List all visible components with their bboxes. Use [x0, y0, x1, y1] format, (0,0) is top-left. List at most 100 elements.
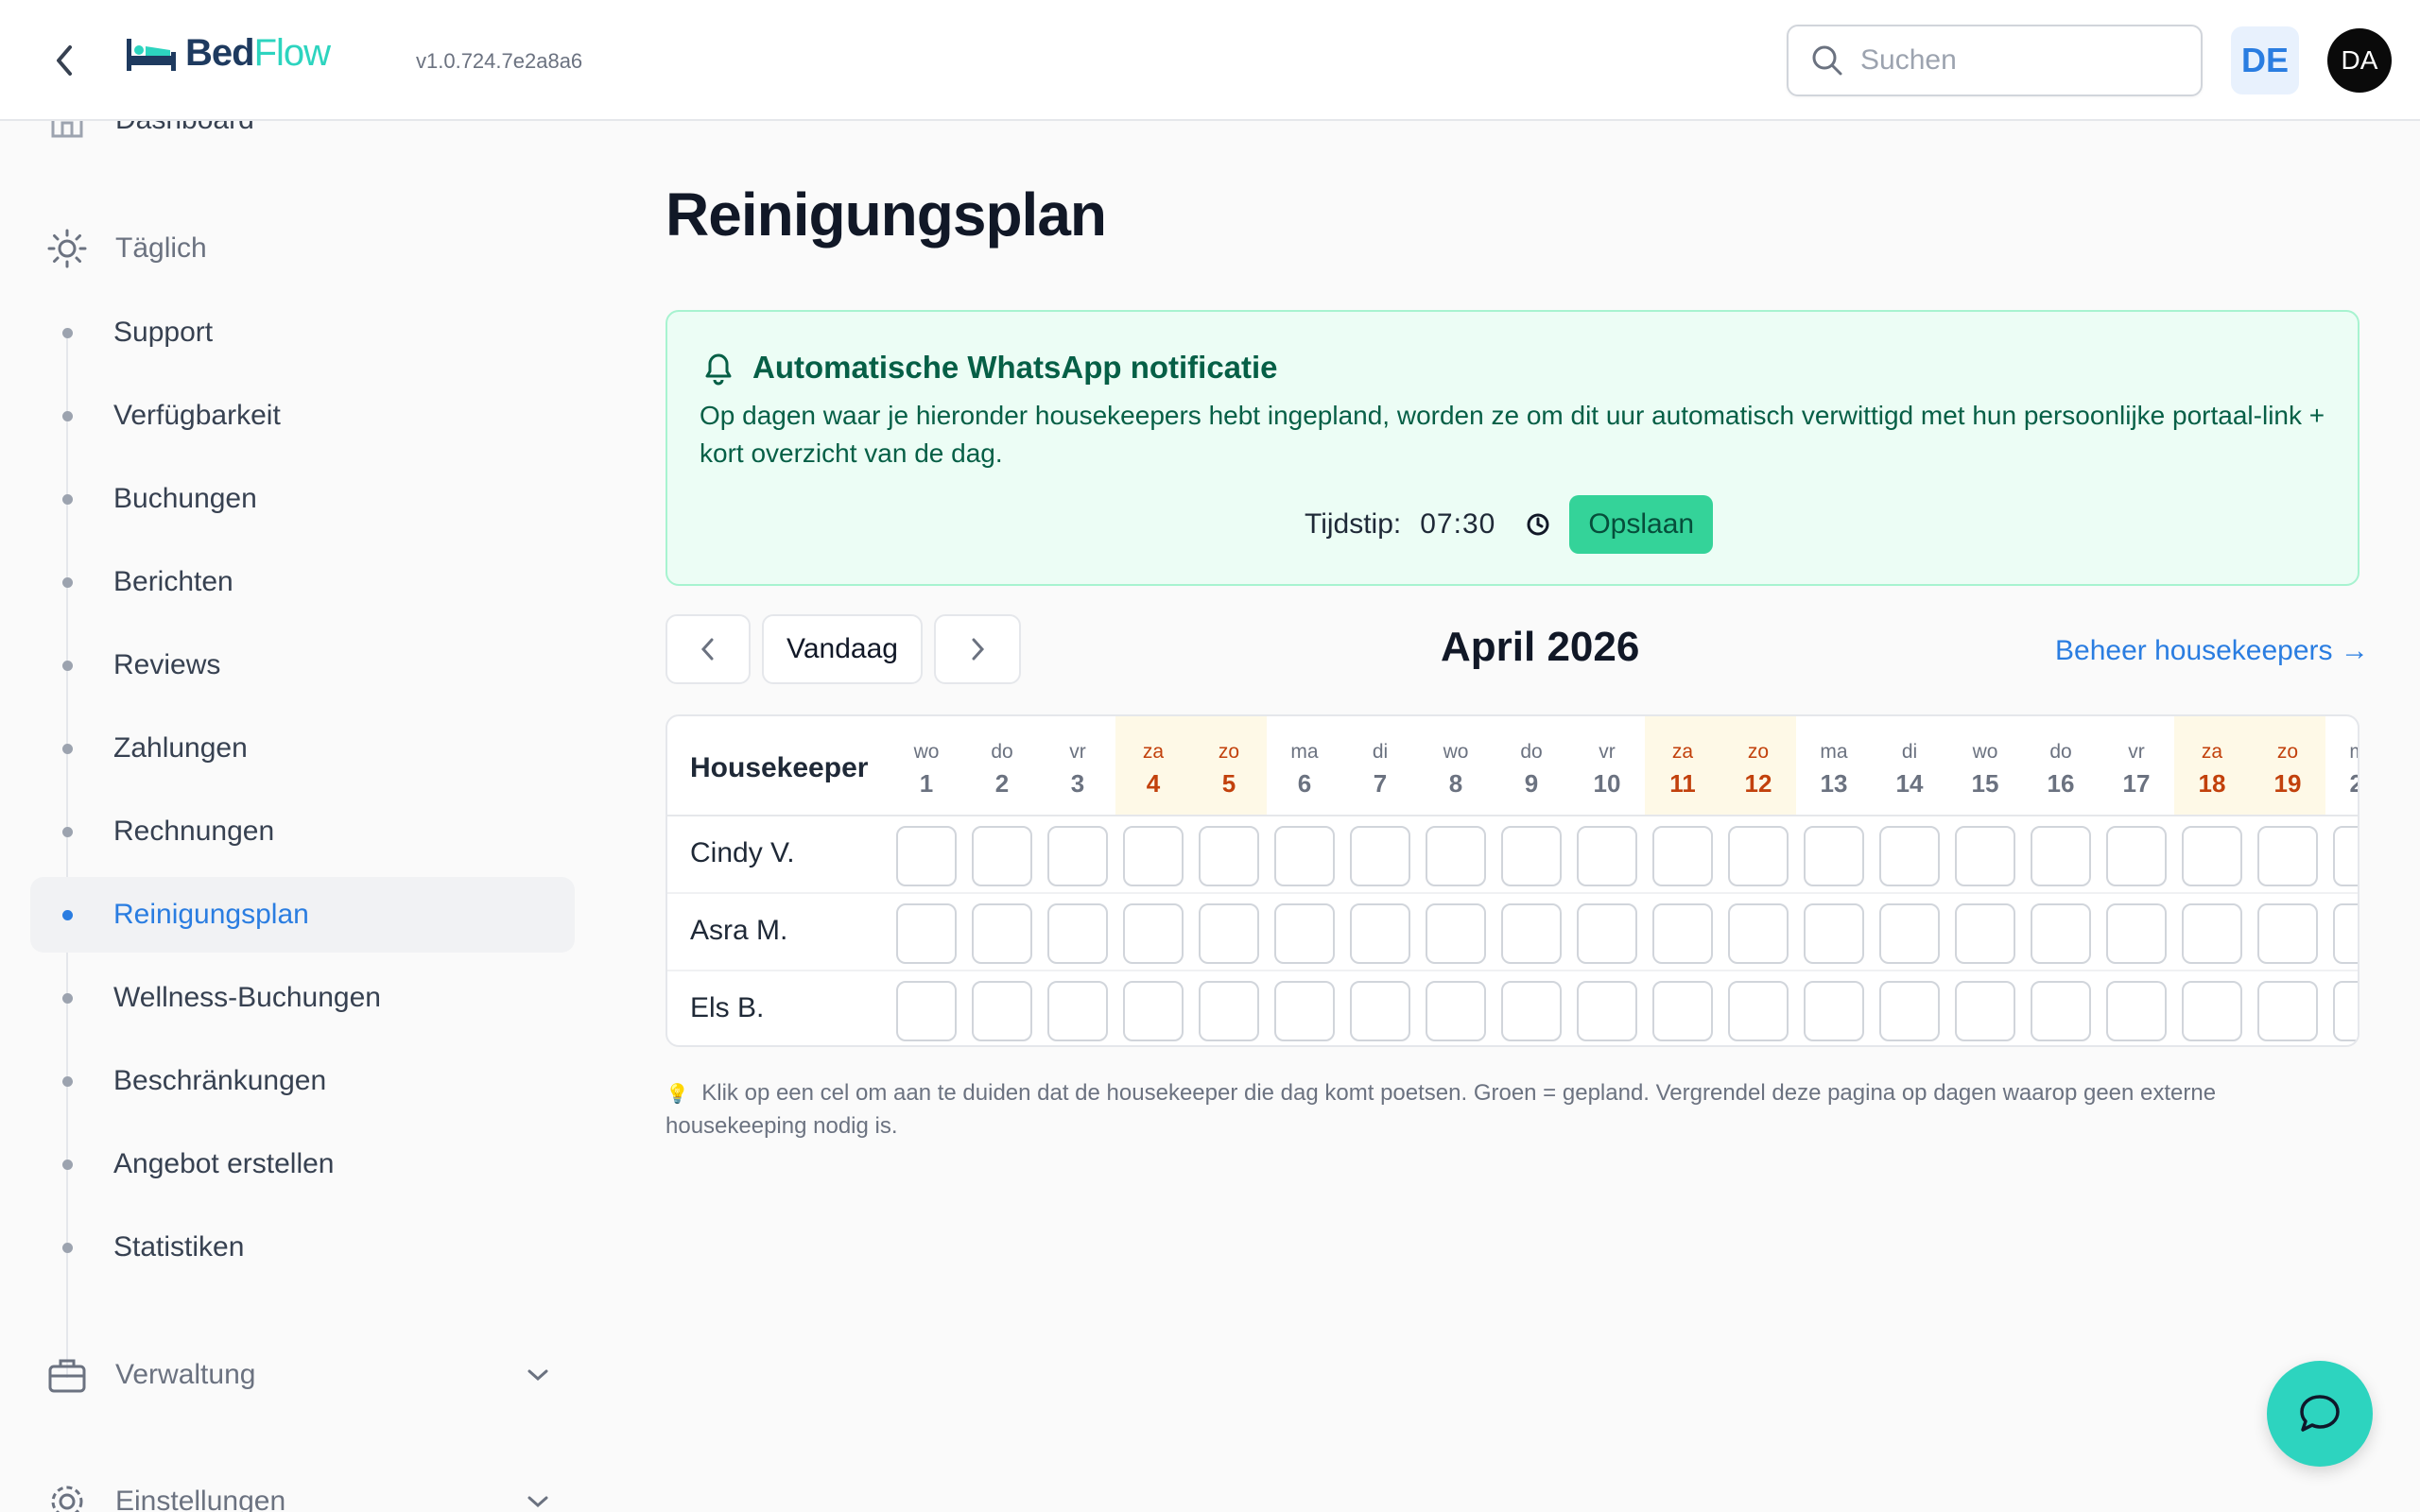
schedule-cell[interactable]: [972, 903, 1032, 964]
sidebar-section-verwaltung[interactable]: Verwaltung: [47, 1355, 558, 1395]
sidebar-item-beschraenkungen[interactable]: Beschränkungen: [30, 1043, 575, 1119]
schedule-cell[interactable]: [2031, 903, 2091, 964]
schedule-cell[interactable]: [1804, 903, 1864, 964]
schedule-cell[interactable]: [1879, 981, 1940, 1041]
schedule-cell[interactable]: [1199, 981, 1259, 1041]
schedule-cell[interactable]: [1652, 903, 1713, 964]
briefcase-icon: [48, 1359, 86, 1393]
schedule-cell[interactable]: [1577, 826, 1637, 886]
sidebar-item-berichten[interactable]: Berichten: [30, 544, 575, 620]
schedule-cell[interactable]: [1955, 826, 2015, 886]
chat-button[interactable]: [2267, 1361, 2373, 1467]
back-button[interactable]: [45, 38, 83, 83]
sidebar-item-label: Verfügbarkeit: [113, 400, 281, 431]
sidebar-item-verfuegbarkeit[interactable]: Verfügbarkeit: [30, 378, 575, 454]
schedule-cell[interactable]: [1879, 826, 1940, 886]
schedule-cell[interactable]: [1123, 826, 1184, 886]
schedule-cell[interactable]: [2106, 981, 2167, 1041]
schedule-cell[interactable]: [1501, 981, 1562, 1041]
schedule-cell[interactable]: [1199, 826, 1259, 886]
bullet-dot: [62, 576, 73, 588]
time-input[interactable]: 07:30: [1420, 508, 1495, 541]
sidebar-item-support[interactable]: Support: [30, 295, 575, 370]
schedule-cell[interactable]: [1804, 981, 1864, 1041]
sidebar-item-zahlungen[interactable]: Zahlungen: [30, 711, 575, 786]
schedule-cell[interactable]: [2257, 981, 2318, 1041]
schedule-cell[interactable]: [1047, 981, 1108, 1041]
schedule-cell[interactable]: [1350, 903, 1410, 964]
schedule-cell[interactable]: [1123, 903, 1184, 964]
schedule-cell[interactable]: [1501, 903, 1562, 964]
schedule-cell[interactable]: [2333, 903, 2358, 964]
schedule-cell[interactable]: [1577, 903, 1637, 964]
sidebar-item-rechnungen[interactable]: Rechnungen: [30, 794, 575, 869]
schedule-cell[interactable]: [1426, 826, 1486, 886]
sidebar-item-reinigungsplan[interactable]: Reinigungsplan: [30, 877, 575, 953]
schedule-cell[interactable]: [972, 981, 1032, 1041]
day-column-header: di 7: [1342, 716, 1418, 815]
schedule-cell[interactable]: [1426, 903, 1486, 964]
sidebar-item-label: Zahlungen: [113, 732, 248, 764]
bedflow-logo[interactable]: BedFlow: [125, 32, 331, 75]
schedule-cell[interactable]: [1199, 903, 1259, 964]
sidebar-item-reviews[interactable]: Reviews: [30, 627, 575, 703]
schedule-cell[interactable]: [2257, 903, 2318, 964]
schedule-cell[interactable]: [1123, 981, 1184, 1041]
page-title: Reinigungsplan: [666, 180, 1107, 249]
schedule-cell[interactable]: [1652, 826, 1713, 886]
schedule-cell[interactable]: [1879, 903, 1940, 964]
schedule-cell[interactable]: [2182, 903, 2242, 964]
schedule-cell[interactable]: [1728, 981, 1789, 1041]
schedule-cell[interactable]: [1728, 826, 1789, 886]
schedule-cell[interactable]: [1955, 903, 2015, 964]
schedule-cell[interactable]: [1652, 981, 1713, 1041]
schedule-cell[interactable]: [972, 826, 1032, 886]
today-button[interactable]: Vandaag: [762, 614, 923, 684]
schedule-cell[interactable]: [2106, 903, 2167, 964]
user-avatar[interactable]: DA: [2327, 28, 2392, 93]
schedule-cell[interactable]: [896, 981, 957, 1041]
day-name: wo: [913, 741, 940, 763]
schedule-cell[interactable]: [896, 903, 957, 964]
day-number: 10: [1593, 769, 1621, 798]
schedule-cell[interactable]: [2106, 826, 2167, 886]
schedule-cell[interactable]: [2257, 826, 2318, 886]
prev-month-button[interactable]: [666, 614, 751, 684]
schedule-cell[interactable]: [896, 826, 957, 886]
lightbulb-icon: 💡: [666, 1084, 689, 1105]
schedule-cell[interactable]: [1274, 981, 1335, 1041]
sidebar-item-buchungen[interactable]: Buchungen: [30, 461, 575, 537]
sidebar-section-daily[interactable]: Täglich: [47, 229, 207, 268]
clock-icon[interactable]: [1526, 512, 1550, 537]
sidebar-item-dashboard[interactable]: Dashboard: [47, 121, 254, 140]
month-label: April 2026: [1441, 624, 1640, 670]
schedule-cell[interactable]: [1955, 981, 2015, 1041]
next-month-button[interactable]: [934, 614, 1021, 684]
sidebar-section-einstellungen[interactable]: Einstellungen: [47, 1482, 558, 1512]
sidebar-item-wellness-buchungen[interactable]: Wellness-Buchungen: [30, 960, 575, 1036]
schedule-cell[interactable]: [2031, 826, 2091, 886]
save-button[interactable]: Opslaan: [1569, 495, 1714, 554]
schedule-cell[interactable]: [1501, 826, 1562, 886]
search-input[interactable]: Suchen: [1787, 25, 2203, 96]
schedule-cell[interactable]: [2182, 826, 2242, 886]
sidebar-item-angebot-erstellen[interactable]: Angebot erstellen: [30, 1126, 575, 1202]
schedule-cell[interactable]: [1577, 981, 1637, 1041]
day-column-header: zo 12: [1720, 716, 1796, 815]
schedule-cell[interactable]: [1350, 826, 1410, 886]
schedule-cell[interactable]: [2333, 981, 2358, 1041]
manage-housekeepers-link[interactable]: Beheer housekeepers →: [2055, 635, 2369, 667]
language-switcher[interactable]: DE: [2231, 26, 2299, 94]
schedule-cell[interactable]: [2333, 826, 2358, 886]
schedule-cell[interactable]: [1274, 826, 1335, 886]
schedule-cell[interactable]: [1426, 981, 1486, 1041]
schedule-cell[interactable]: [1804, 826, 1864, 886]
schedule-cell[interactable]: [2031, 981, 2091, 1041]
schedule-cell[interactable]: [1047, 903, 1108, 964]
sidebar-item-statistiken[interactable]: Statistiken: [30, 1210, 575, 1285]
schedule-cell[interactable]: [1047, 826, 1108, 886]
schedule-cell[interactable]: [1274, 903, 1335, 964]
schedule-cell[interactable]: [2182, 981, 2242, 1041]
schedule-cell[interactable]: [1350, 981, 1410, 1041]
schedule-cell[interactable]: [1728, 903, 1789, 964]
